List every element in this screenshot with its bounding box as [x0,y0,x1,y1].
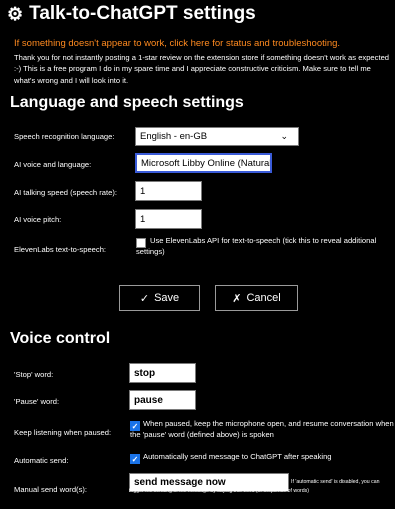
save-button[interactable]: ✓ Save [119,285,200,311]
automatic-send-checkbox[interactable]: ✓ [130,454,140,464]
cancel-button[interactable]: ✗ Cancel [215,285,298,311]
voice-pitch-label: AI voice pitch: [14,215,62,224]
language-section-heading: Language and speech settings [10,94,244,111]
recognition-language-label: Speech recognition language: [14,132,115,141]
page-title: Talk-to-ChatGPT settings [29,3,256,24]
recognition-language-select[interactable]: English - en-GB ⌄ [135,127,299,146]
intro-text: Thank you for not instantly posting a 1-… [14,53,390,85]
gear-icon: ⚙ [7,3,24,24]
speech-rate-label: AI talking speed (speech rate): [14,188,117,197]
pause-word-input[interactable]: pause [129,390,196,410]
pause-word-label: 'Pause' word: [14,397,60,406]
speech-rate-input[interactable]: 1 [135,181,202,201]
keep-listening-text: When paused, keep the microphone open, a… [130,419,394,439]
automatic-send-text: Automatically send message to ChatGPT af… [143,452,332,461]
page-title-row: ⚙ Talk-to-ChatGPT settings [7,3,256,25]
manual-send-label: Manual send word(s): [14,485,88,494]
stop-word-input[interactable]: stop [129,363,196,383]
cancel-button-label: Cancel [246,292,281,304]
x-icon: ✗ [232,292,242,305]
voice-language-select[interactable]: Microsoft Libby Online (Natural) - E [135,153,272,173]
chevron-down-icon: ⌄ [280,131,288,141]
voice-control-heading: Voice control [10,330,111,347]
check-icon: ✓ [139,292,150,305]
voice-pitch-input[interactable]: 1 [135,209,202,229]
manual-send-hint: If 'automatic send' is disabled, you can… [129,479,380,494]
save-button-label: Save [154,292,180,304]
automatic-send-label: Automatic send: [14,456,69,465]
elevenlabs-text: Use ElevenLabs API for text-to-speech (t… [136,236,377,256]
elevenlabs-label: ElevenLabs text-to-speech: [14,245,107,254]
keep-listening-label: Keep listening when paused: [14,428,112,437]
voice-language-value: Microsoft Libby Online (Natural) - E [141,157,272,169]
recognition-language-value: English - en-GB [140,131,208,142]
stop-word-label: 'Stop' word: [14,370,54,379]
status-link[interactable]: If something doesn't appear to work, cli… [14,38,340,49]
voice-language-label: AI voice and language: [14,160,92,169]
